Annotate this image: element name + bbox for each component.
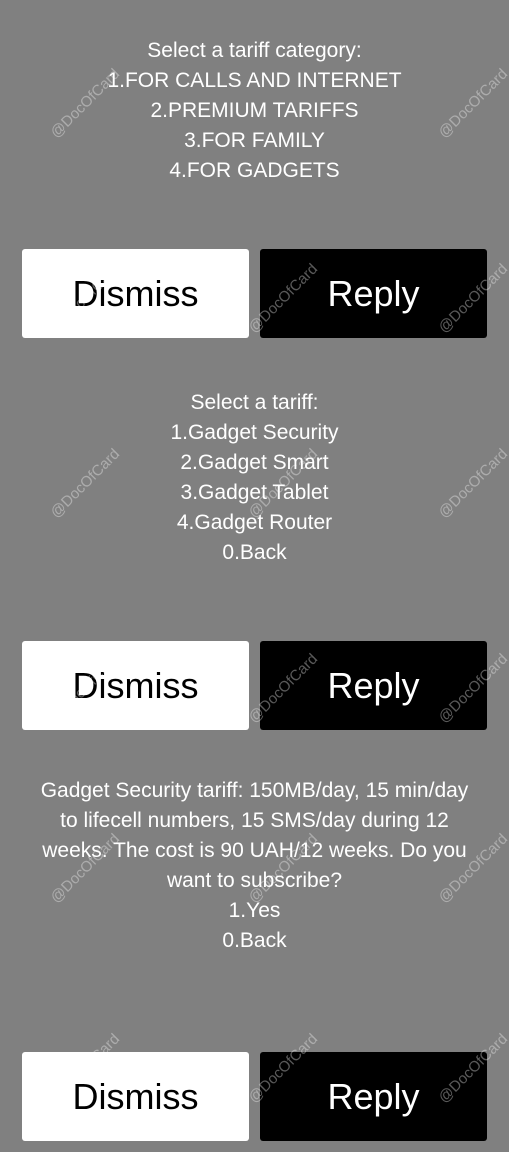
message-line: Select a tariff: — [190, 391, 319, 414]
message-line: Select a tariff category: — [147, 39, 362, 62]
message-line: 2.PREMIUM TARIFFS — [150, 99, 359, 122]
message-line: Gadget Security tariff: 150MB/day, 15 mi… — [40, 779, 469, 802]
message-line: 4.Gadget Router — [176, 511, 333, 534]
message-line: to lifecell numbers, 15 SMS/day during 1… — [60, 809, 449, 832]
message-line: 1.FOR CALLS AND INTERNET — [107, 69, 402, 92]
dismiss-button-3[interactable]: Dismiss — [22, 1052, 249, 1141]
message-line: 3.FOR FAMILY — [184, 129, 325, 152]
dismiss-button-1[interactable]: Dismiss — [22, 249, 249, 338]
message-line: 2.Gadget Smart — [180, 451, 329, 474]
ussd-message-2: Select a tariff: 1.Gadget Security 2.Gad… — [0, 388, 509, 568]
message-line: 1.Gadget Security — [170, 421, 339, 444]
message-line: 0.Back — [222, 541, 287, 564]
message-line: 4.FOR GADGETS — [169, 159, 340, 182]
message-line: 0.Back — [222, 929, 287, 952]
reply-button-3[interactable]: Reply — [260, 1052, 487, 1141]
dismiss-button-2[interactable]: Dismiss — [22, 641, 249, 730]
message-line: 1.Yes — [228, 899, 281, 922]
message-line: weeks. The cost is 90 UAH/12 weeks. Do y… — [42, 839, 467, 862]
ussd-message-3: Gadget Security tariff: 150MB/day, 15 mi… — [14, 776, 495, 956]
message-line: 3.Gadget Tablet — [180, 481, 329, 504]
reply-button-2[interactable]: Reply — [260, 641, 487, 730]
ussd-message-1: Select a tariff category: 1.FOR CALLS AN… — [0, 36, 509, 186]
reply-button-1[interactable]: Reply — [260, 249, 487, 338]
message-line: want to subscribe? — [166, 869, 343, 892]
